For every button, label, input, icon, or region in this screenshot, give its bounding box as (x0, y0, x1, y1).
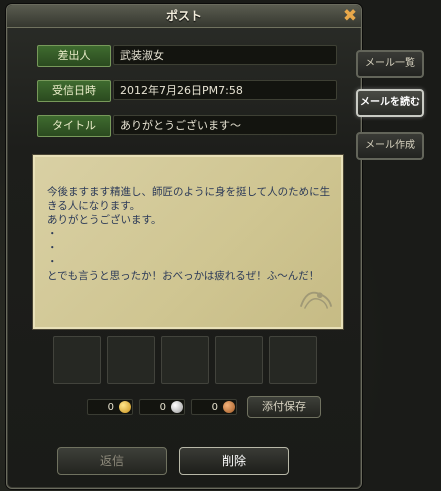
titlebar: ポスト ✖ (7, 5, 361, 28)
mail-window: ポスト ✖ 差出人 武装淑女 受信日時 2012年7月26日PM7:58 タイト… (6, 4, 362, 489)
tab-mail-list[interactable]: メール一覧 (356, 50, 424, 78)
letter-body: 今後ますます精進し、師匠のように身を挺して人のために生きる人になります。 ありが… (47, 186, 331, 282)
gold-coin-icon (119, 401, 131, 413)
copper-coin-icon (223, 401, 235, 413)
postmark-stamp-icon (299, 291, 333, 309)
delete-button[interactable]: 削除 (179, 447, 289, 475)
tab-read-mail[interactable]: メールを読む (356, 89, 424, 117)
sender-value: 武装淑女 (113, 45, 337, 65)
sender-label: 差出人 (37, 45, 111, 67)
letter-paper: 今後ますます精進し、師匠のように身を挺して人のために生きる人になります。 ありが… (33, 155, 343, 329)
subject-value: ありがとうございます〜 (113, 115, 337, 135)
window-title: ポスト (165, 9, 202, 23)
attachment-slot[interactable] (161, 336, 209, 384)
attachment-slot[interactable] (53, 336, 101, 384)
close-icon[interactable]: ✖ (341, 7, 359, 25)
attachment-slot[interactable] (215, 336, 263, 384)
date-value: 2012年7月26日PM7:58 (113, 80, 337, 100)
silver-coin-icon (171, 401, 183, 413)
tab-compose-mail[interactable]: メール作成 (356, 132, 424, 160)
save-attachments-button[interactable]: 添付保存 (247, 396, 321, 418)
subject-label: タイトル (37, 115, 111, 137)
attachment-slot[interactable] (107, 336, 155, 384)
date-label: 受信日時 (37, 80, 111, 102)
attachment-slot[interactable] (269, 336, 317, 384)
reply-button[interactable]: 返信 (57, 447, 167, 475)
